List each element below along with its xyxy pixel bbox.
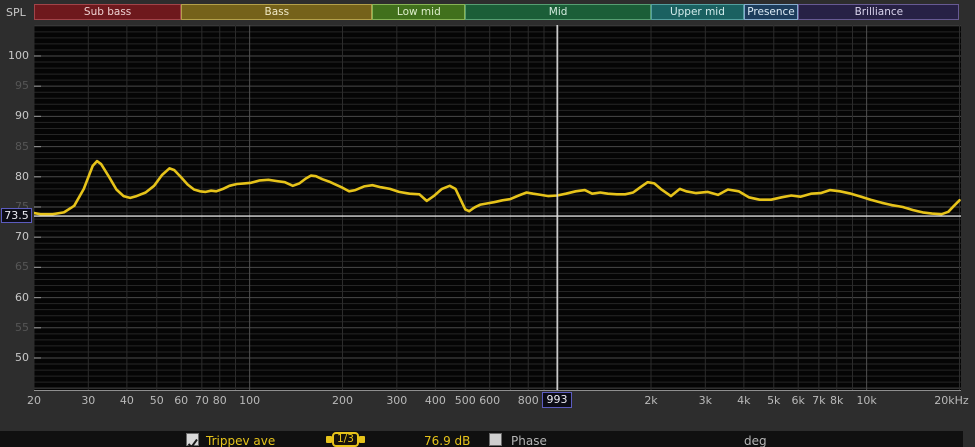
y-tick-label-50: 50: [0, 351, 29, 364]
averaging-checkbox[interactable]: [186, 433, 199, 446]
band-upper-mid: Upper mid: [651, 4, 744, 20]
level-readout: 76.9 dB: [424, 434, 470, 447]
y-tick-label-80: 80: [0, 170, 29, 183]
freq-cursor-readout: 993: [542, 392, 572, 408]
y-tick-label-70: 70: [0, 230, 29, 243]
plot-area[interactable]: [34, 25, 961, 391]
spl-analyzer-window: SPL Sub bassBassLow midMidUpper midPrese…: [0, 0, 975, 447]
x-tick-label-2k: 2k: [623, 394, 679, 407]
band-low-mid: Low mid: [372, 4, 465, 20]
x-axis: 203040506070801002003004005006008002k3k4…: [0, 394, 975, 410]
x-tick-label-200: 200: [315, 394, 371, 407]
horizontal-scrollbar: [0, 412, 975, 432]
horizontal-gridlines: [34, 26, 961, 388]
y-tick-label-90: 90: [0, 109, 29, 122]
spl-plot-svg[interactable]: [34, 25, 961, 390]
x-tick-label-10k: 10k: [839, 394, 895, 407]
spl-axis-title: SPL: [6, 6, 26, 19]
y-axis-ticks: [34, 56, 41, 358]
y-tick-label-95: 95: [0, 79, 29, 92]
smoothing-control[interactable]: 1/3: [326, 431, 365, 447]
band-sub-bass: Sub bass: [34, 4, 181, 20]
x-tick-label-20: 20: [6, 394, 62, 407]
check-icon: [187, 438, 198, 447]
x-tick-label-100: 100: [222, 394, 278, 407]
band-mid: Mid: [465, 4, 651, 20]
y-tick-label-85: 85: [0, 140, 29, 153]
spl-response-curve: [34, 161, 960, 214]
band-brilliance: Brilliance: [798, 4, 959, 20]
unit-label: deg: [744, 434, 767, 447]
y-tick-label-60: 60: [0, 291, 29, 304]
control-bar: Trippev ave 1/3 76.9 dB Phase deg: [0, 431, 963, 447]
band-presence: Presence: [744, 4, 798, 20]
smoothing-value: 1/3: [332, 432, 359, 447]
y-tick-label-65: 65: [0, 260, 29, 273]
averaging-label: Trippev ave: [206, 434, 275, 447]
y-tick-label-55: 55: [0, 321, 29, 334]
phase-label: Phase: [511, 434, 547, 447]
spl-cursor-readout: 73.5: [1, 208, 32, 223]
band-bass: Bass: [181, 4, 372, 20]
y-tick-label-100: 100: [0, 49, 29, 62]
phase-checkbox[interactable]: [489, 433, 502, 446]
slider-right-tab-icon: [359, 436, 365, 443]
x-tick-label-20kHz: 20kHz: [924, 394, 975, 407]
